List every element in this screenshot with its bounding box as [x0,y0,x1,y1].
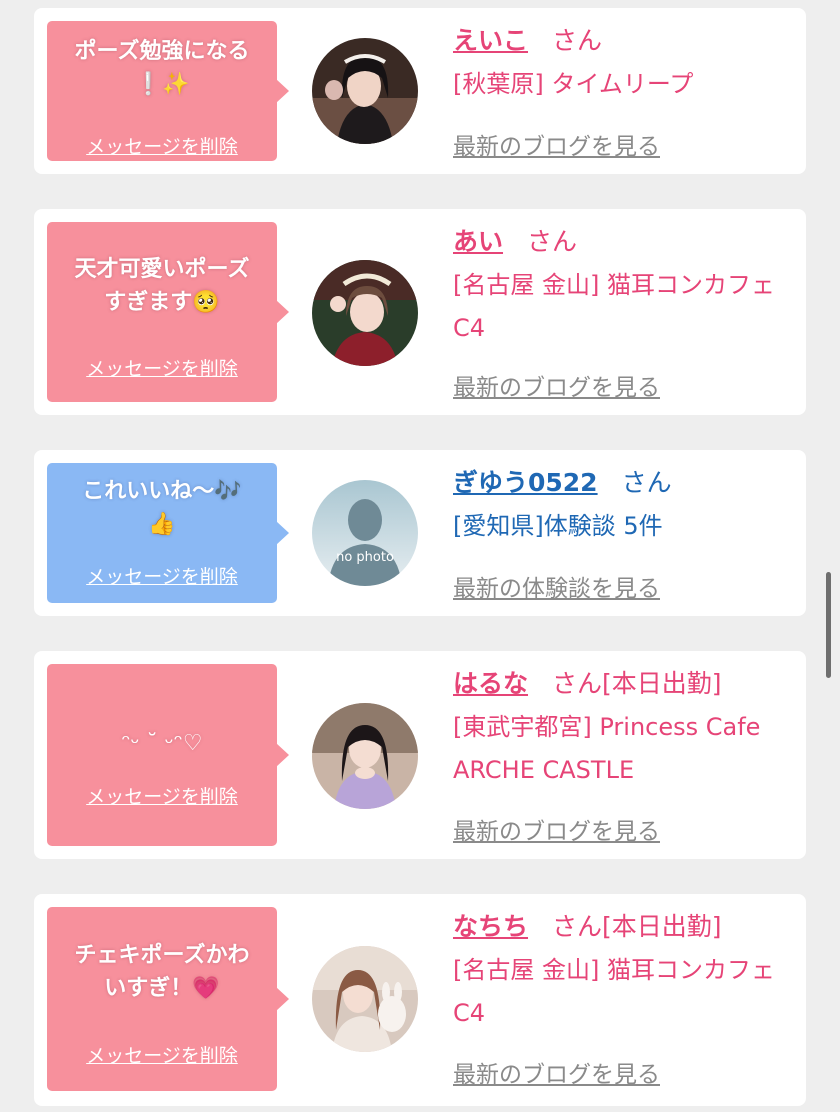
name-line: ぎゆう0522 さん [453,463,793,503]
latest-blog-link[interactable]: 最新のブログを見る [453,1055,660,1089]
user-info: なちち さん[本日出勤] [名古屋 金山] 猫耳コンカフェ C4 [453,907,793,1035]
message-card: これいいね〜🎶 👍 メッセージを削除 no photo ぎゆう0522 さん [… [34,450,806,616]
message-text: これいいね〜🎶 👍 [82,479,242,537]
user-name-link[interactable]: ぎゆう0522 [453,468,598,497]
name-line: なちち さん[本日出勤] [453,907,793,947]
message-bubble: ポーズ勉強になる ❕✨ メッセージを削除 [47,21,289,161]
honorific: さん [621,468,672,497]
shop-name: [名古屋 金山] 猫耳コンカフェ C4 [453,271,775,342]
message-card: チェキポーズかわ いすぎ！💗 メッセージを削除 なちち さん[本日出勤] [名古屋… [34,894,806,1106]
user-name-link[interactable]: えいこ [453,26,528,55]
no-photo-label: no photo [336,550,394,565]
honorific: さん [552,669,603,698]
shop-name: [秋葉原] タイムリープ [453,70,694,98]
message-text: ポーズ勉強になる ❕✨ [74,39,250,97]
message-list: ポーズ勉強になる ❕✨ メッセージを削除 えいこ さん [秋葉原] タイムリープ … [0,0,840,1112]
message-card: ポーズ勉強になる ❕✨ メッセージを削除 えいこ さん [秋葉原] タイムリープ … [34,8,806,174]
message-bubble: 天才可愛いポーズ すぎます🥺 メッセージを削除 [47,222,289,402]
user-info: はるな さん[本日出勤] [東武宇都宮] Princess Cafe ARCHE … [453,664,793,792]
honorific: さん [527,227,578,256]
latest-review-link[interactable]: 最新の体験談を見る [453,569,660,603]
user-info: えいこ さん [秋葉原] タイムリープ [453,21,793,106]
user-info: ぎゆう0522 さん [愛知県]体験談 5件 [453,463,793,548]
message-bubble: ᵔᵕ ˘ ᵕᵔ♡ メッセージを削除 [47,664,289,846]
latest-blog-link[interactable]: 最新のブログを見る [453,812,660,846]
avatar[interactable] [312,38,418,144]
delete-message-link[interactable]: メッセージを削除 [47,782,277,809]
avatar[interactable] [312,260,418,366]
shop-name: [東武宇都宮] Princess Cafe ARCHE CASTLE [453,713,761,784]
message-card: 天才可愛いポーズ すぎます🥺 メッセージを削除 あい さん [名古屋 金山] 猫耳… [34,209,806,415]
message-card: ᵔᵕ ˘ ᵕᵔ♡ メッセージを削除 はるな さん[本日出勤] [東武宇都宮] Pr… [34,651,806,859]
review-summary: [愛知県]体験談 5件 [453,512,663,540]
shop-name: [名古屋 金山] 猫耳コンカフェ C4 [453,956,775,1027]
name-line: はるな さん[本日出勤] [453,664,793,704]
user-name-link[interactable]: なちち [453,912,528,941]
message-bubble: これいいね〜🎶 👍 メッセージを削除 [47,463,289,603]
message-text: チェキポーズかわ いすぎ！💗 [74,943,250,1001]
delete-message-link[interactable]: メッセージを削除 [47,354,277,381]
user-info: あい さん [名古屋 金山] 猫耳コンカフェ C4 [453,222,793,350]
delete-message-link[interactable]: メッセージを削除 [47,132,277,159]
scrollbar[interactable] [826,572,831,678]
honorific: さん [552,912,603,941]
message-text: 天才可愛いポーズ すぎます🥺 [74,257,250,315]
delete-message-link[interactable]: メッセージを削除 [47,1041,277,1068]
user-name-link[interactable]: あい [453,227,503,256]
name-line: えいこ さん [453,21,793,61]
delete-message-link[interactable]: メッセージを削除 [47,562,277,589]
avatar-placeholder[interactable]: no photo [312,480,418,586]
latest-blog-link[interactable]: 最新のブログを見る [453,127,660,161]
user-name-link[interactable]: はるな [453,669,528,698]
honorific: さん [552,26,603,55]
attendance-status: [本日出勤] [602,912,722,941]
message-bubble: チェキポーズかわ いすぎ！💗 メッセージを削除 [47,907,289,1091]
latest-blog-link[interactable]: 最新のブログを見る [453,368,660,402]
avatar[interactable] [312,946,418,1052]
message-text: ᵔᵕ ˘ ᵕᵔ♡ [121,731,203,756]
name-line: あい さん [453,222,793,262]
avatar[interactable] [312,703,418,809]
attendance-status: [本日出勤] [602,669,722,698]
